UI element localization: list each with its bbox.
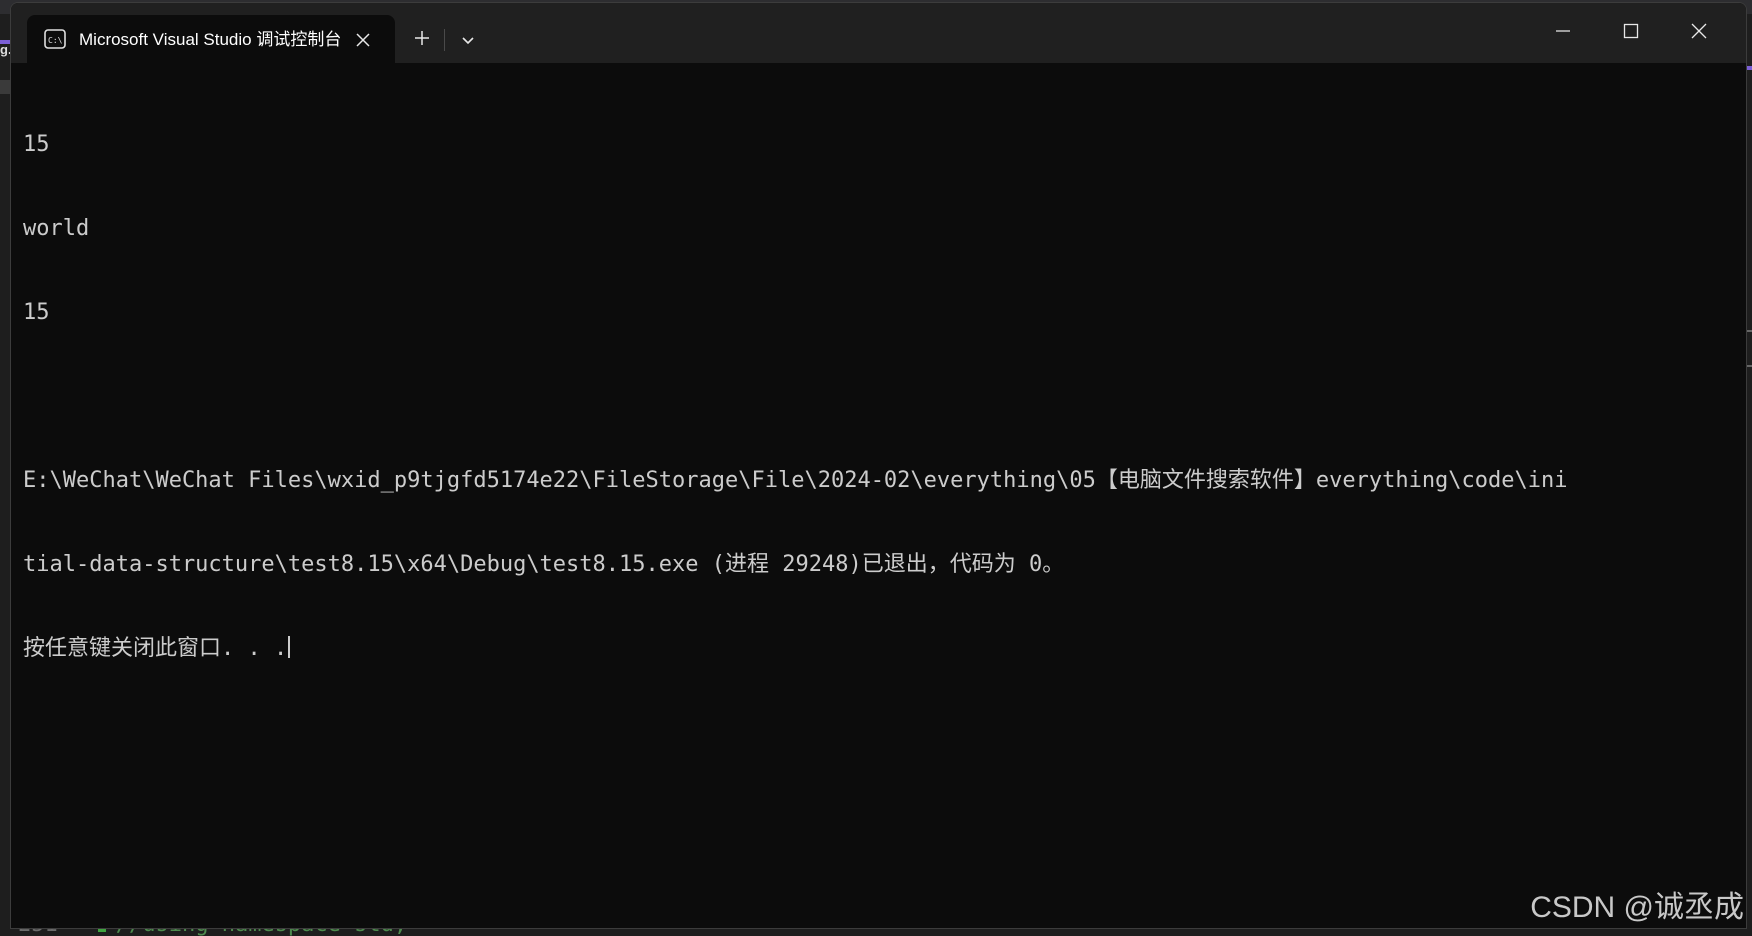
console-line: 15 <box>23 132 50 157</box>
terminal-icon: C:\ <box>44 29 66 49</box>
text-cursor <box>288 636 291 658</box>
console-line: world <box>23 216 90 241</box>
title-bar[interactable]: C:\ Microsoft Visual Studio 调试控制台 <box>11 3 1746 65</box>
chevron-down-icon <box>461 31 475 50</box>
watermark: CSDN @诚丞成 <box>1530 891 1744 924</box>
minimize-icon <box>1555 23 1571 43</box>
svg-text:C:\: C:\ <box>48 36 63 45</box>
tab-title: Microsoft Visual Studio 调试控制台 <box>79 30 342 49</box>
tab-separator <box>444 29 445 51</box>
console-line: 15 <box>23 300 50 325</box>
tab-dropdown-button[interactable] <box>449 23 487 57</box>
new-tab-button[interactable] <box>403 23 441 57</box>
terminal-window: C:\ Microsoft Visual Studio 调试控制台 15 wor… <box>10 2 1747 929</box>
minimize-button[interactable] <box>1533 11 1593 55</box>
maximize-button[interactable] <box>1601 11 1661 55</box>
tab-debug-console[interactable]: C:\ Microsoft Visual Studio 调试控制台 <box>27 15 395 65</box>
console-line: tial-data-structure\test8.15\x64\Debug\t… <box>23 552 1065 577</box>
console-line: 按任意键关闭此窗口. . . <box>23 636 288 661</box>
console-prompt-line: 按任意键关闭此窗口. . . <box>23 635 1728 663</box>
plus-icon <box>414 30 430 50</box>
window-close-icon <box>1691 23 1707 43</box>
console-line: E:\WeChat\WeChat Files\wxid_p9tjgfd5174e… <box>23 468 1568 493</box>
console-output[interactable]: 15 world 15 E:\WeChat\WeChat Files\wxid_… <box>23 75 1728 719</box>
maximize-icon <box>1623 23 1639 43</box>
window-close-button[interactable] <box>1669 11 1729 55</box>
close-icon[interactable] <box>351 28 375 52</box>
